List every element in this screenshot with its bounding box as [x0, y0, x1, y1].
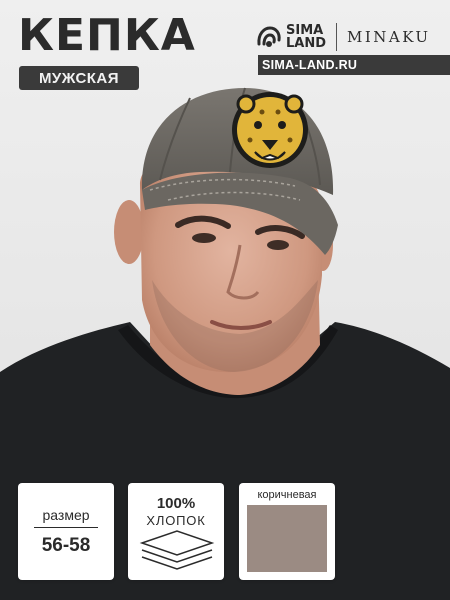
partner-brand-name: MINAKU [347, 28, 431, 46]
size-value: 56-58 [41, 535, 91, 556]
material-tile: 100% ХЛОПОК [128, 483, 224, 580]
material-percent: 100% [156, 495, 196, 512]
sima-land-logo-icon [256, 24, 282, 50]
fabric-layers-icon [139, 530, 215, 570]
brand-name: SIMA LAND [286, 24, 326, 50]
color-tile: коричневая [239, 483, 335, 580]
color-swatch [247, 505, 327, 572]
size-divider [34, 527, 98, 528]
product-card: КЕПКА МУЖСКАЯ SIMA LAND MINAKU SIMA-LAND… [0, 0, 450, 600]
brand-divider [336, 23, 338, 51]
product-title: КЕПКА [18, 10, 196, 61]
size-tile: размер 56-58 [18, 483, 114, 580]
brand-logo[interactable]: SIMA LAND MINAKU [256, 18, 440, 56]
leopard-patch-icon [232, 92, 308, 168]
product-subtitle-badge: МУЖСКАЯ [19, 66, 139, 90]
brand-name-line2: LAND [286, 36, 327, 51]
size-label: размер [42, 507, 90, 523]
material-label: ХЛОПОК [146, 513, 206, 528]
color-label: коричневая [257, 489, 317, 501]
site-link[interactable]: SIMA-LAND.RU [262, 55, 357, 75]
